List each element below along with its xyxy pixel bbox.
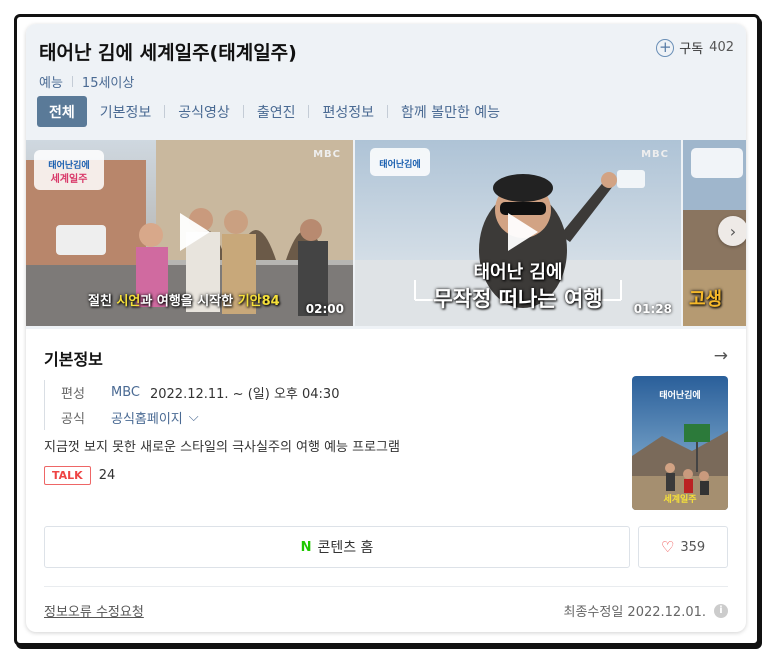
- chevron-right-icon: ›: [729, 221, 737, 241]
- info-icon[interactable]: i: [714, 603, 728, 618]
- basic-info-list: 편성 MBC 2022.12.11. ~ (일) 오후 04:30 공식 공식홈…: [44, 380, 339, 430]
- svg-text:태어난김에: 태어난김에: [48, 159, 89, 171]
- svg-text:태어난김에: 태어난김에: [659, 389, 700, 401]
- like-count: 359: [680, 539, 706, 555]
- tab-cast[interactable]: 출연진: [244, 96, 309, 127]
- poster-image: 태어난김에 세계일주: [632, 376, 728, 510]
- subscribe-count: 402: [709, 40, 734, 55]
- last-updated: 최종수정일 2022.12.01. i: [563, 601, 728, 620]
- tab-basic-info[interactable]: 기본정보: [87, 96, 165, 127]
- video-thumbnail-1[interactable]: 태어난김에 세계일주 MBC 절친 시언과 여행을 시작한 기안84 02:00: [26, 140, 353, 326]
- video-carousel: 태어난김에 세계일주 MBC 절친 시언과 여행을 시작한 기안84 02:00: [26, 140, 746, 326]
- card-header: 태어난 김에 세계일주(태계일주) + 구독 402 예능 15세이상 전체 기…: [26, 24, 746, 329]
- tab-all[interactable]: 전체: [37, 96, 87, 127]
- program-card: 태어난 김에 세계일주(태계일주) + 구독 402 예능 15세이상 전체 기…: [26, 24, 746, 632]
- plus-icon: +: [656, 38, 675, 57]
- program-description: 지금껏 보지 못한 새로운 스타일의 극사실주의 여행 예능 프로그램: [44, 440, 400, 455]
- talk-area[interactable]: TALK 24: [44, 466, 115, 485]
- video-1-caption: 절친 시언과 여행을 시작한 기안84: [88, 294, 280, 309]
- subscribe-button[interactable]: + 구독 402: [656, 38, 734, 57]
- chevron-down-icon[interactable]: ⌵: [189, 410, 199, 425]
- footer-divider: [44, 586, 728, 587]
- official-homepage-link[interactable]: 공식홈페이지: [111, 408, 183, 427]
- talk-count: 24: [98, 468, 116, 483]
- program-title[interactable]: 태어난 김에 세계일주(태계일주): [39, 38, 297, 65]
- schedule-value: 2022.12.11. ~ (일) 오후 04:30: [149, 387, 340, 402]
- video-thumbnail-2[interactable]: 태어난김에 MBC 태어난 김에 무작정 떠나는 여행 01:28: [355, 140, 681, 326]
- meta-divider: [71, 76, 73, 87]
- carousel-next-button[interactable]: ›: [718, 216, 746, 246]
- subscribe-label: 구독: [679, 42, 704, 57]
- channel-link[interactable]: MBC: [111, 385, 140, 400]
- official-label: 공식: [61, 412, 85, 427]
- svg-text:세계일주: 세계일주: [51, 172, 88, 185]
- video-2-duration: 01:28: [633, 302, 672, 316]
- talk-badge[interactable]: TALK: [44, 466, 91, 485]
- program-meta: 예능 15세이상: [39, 72, 134, 91]
- tab-bar: 전체 기본정보 공식영상 출연진 편성정보 함께 볼만한 예능: [37, 96, 513, 127]
- schedule-label: 편성: [61, 387, 85, 402]
- genre-link[interactable]: 예능: [39, 72, 63, 91]
- tab-official-video[interactable]: 공식영상: [165, 96, 243, 127]
- like-button[interactable]: ♡ 359: [638, 526, 728, 568]
- arrow-right-icon[interactable]: →: [714, 346, 728, 366]
- content-home-button[interactable]: N 콘텐츠 홈: [44, 526, 630, 568]
- video-1-duration: 02:00: [305, 302, 344, 316]
- video-3-caption: 고생: [689, 289, 723, 310]
- last-updated-text: 최종수정일 2022.12.01.: [563, 605, 707, 620]
- report-error-link[interactable]: 정보오류 수정요청: [44, 601, 144, 620]
- tab-recommended[interactable]: 함께 볼만한 예능: [388, 96, 513, 127]
- rating: 15세이상: [81, 76, 135, 91]
- mbc-logo: MBC: [641, 149, 669, 160]
- schedule-row: 편성 MBC 2022.12.11. ~ (일) 오후 04:30: [61, 380, 339, 405]
- naver-icon: N: [300, 539, 312, 555]
- svg-text:태어난김에: 태어난김에: [379, 158, 420, 170]
- mbc-logo: MBC: [313, 149, 341, 160]
- svg-text:세계일주: 세계일주: [663, 493, 696, 505]
- official-row: 공식 공식홈페이지 ⌵: [61, 405, 339, 430]
- play-icon: [179, 213, 210, 251]
- video-2-caption-line1: 태어난 김에: [473, 262, 563, 283]
- play-icon: [508, 213, 538, 251]
- content-home-label: 콘텐츠 홈: [317, 540, 374, 556]
- video-2-caption-line2: 무작정 떠나는 여행: [433, 287, 603, 311]
- basic-info-title: 기본정보: [44, 350, 103, 369]
- tab-schedule[interactable]: 편성정보: [309, 96, 387, 127]
- program-poster[interactable]: 태어난김에 세계일주: [632, 376, 728, 510]
- heart-icon: ♡: [660, 538, 675, 556]
